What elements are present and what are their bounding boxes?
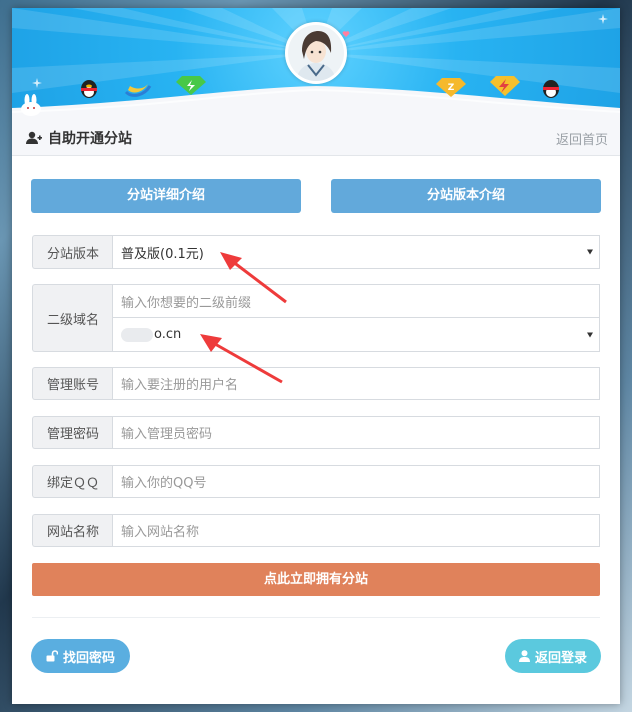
back-home-link[interactable]: 返回首页 bbox=[556, 129, 608, 148]
banner-wave bbox=[12, 86, 620, 118]
bind-qq-label: 绑定ＱＱ bbox=[32, 465, 113, 498]
yellow-diamond-icon: Z bbox=[436, 78, 466, 97]
site-name-label: 网站名称 bbox=[32, 514, 113, 547]
back-login-button[interactable]: 返回登录 bbox=[505, 639, 601, 673]
unlock-icon bbox=[46, 650, 58, 662]
user-icon bbox=[518, 650, 530, 662]
blurred-text bbox=[121, 327, 153, 342]
page-title: 自助开通分站 bbox=[26, 128, 132, 148]
site-detail-intro-button[interactable]: 分站详细介绍 bbox=[31, 179, 301, 213]
moon-icon bbox=[124, 84, 152, 97]
bind-qq-placeholder: 输入你的QQ号 bbox=[121, 476, 207, 491]
chevron-down-icon bbox=[587, 249, 593, 255]
admin-password-input[interactable]: 输入管理员密码 bbox=[112, 416, 600, 449]
submit-button[interactable]: 点此立即拥有分站 bbox=[32, 563, 600, 596]
version-select-value: 普及版(0.1元) bbox=[121, 246, 204, 262]
version-label: 分站版本 bbox=[32, 235, 113, 269]
green-diamond-icon bbox=[176, 76, 206, 95]
annotation-arrow bbox=[220, 252, 287, 304]
version-select[interactable]: 普及版(0.1元) bbox=[112, 235, 600, 269]
subdomain-prefix-input[interactable]: 输入你想要的二级前缀 bbox=[112, 284, 600, 318]
avatar bbox=[285, 22, 347, 84]
find-password-label: 找回密码 bbox=[62, 650, 115, 666]
admin-account-label: 管理账号 bbox=[32, 367, 113, 400]
domain-select[interactable]: o.cn bbox=[112, 317, 600, 352]
register-card: Z 自助开通分站 返回首页 分站详细介绍 分站版本介绍 分站版本 普及版(0.1… bbox=[12, 8, 620, 704]
chevron-down-icon bbox=[587, 332, 593, 337]
sparkle-icon bbox=[598, 14, 608, 24]
domain-select-value: o.cn bbox=[154, 327, 182, 342]
bunny-icon bbox=[21, 94, 41, 116]
back-login-label: 返回登录 bbox=[534, 650, 587, 666]
qq-penguin-red-icon bbox=[543, 80, 559, 98]
sparkle-icon bbox=[32, 78, 42, 88]
admin-password-placeholder: 输入管理员密码 bbox=[121, 427, 213, 442]
site-name-input[interactable]: 输入网站名称 bbox=[112, 514, 600, 547]
avatar-image bbox=[288, 25, 344, 81]
divider bbox=[32, 617, 600, 618]
qq-penguin-icon bbox=[81, 80, 97, 98]
site-version-intro-button[interactable]: 分站版本介绍 bbox=[331, 179, 601, 213]
annotation-arrow bbox=[200, 334, 283, 384]
heart-icon bbox=[342, 31, 350, 37]
site-name-placeholder: 输入网站名称 bbox=[121, 525, 200, 540]
header-banner: Z bbox=[12, 8, 620, 118]
user-plus-icon bbox=[26, 131, 42, 144]
panel-heading: 自助开通分站 返回首页 bbox=[12, 118, 620, 156]
admin-password-label: 管理密码 bbox=[32, 416, 113, 449]
subdomain-label: 二级域名 bbox=[32, 284, 113, 352]
yellow-diamond-bolt-icon bbox=[490, 76, 520, 96]
svg-text:Z: Z bbox=[448, 83, 455, 93]
admin-account-input[interactable]: 输入要注册的用户名 bbox=[112, 367, 600, 400]
page-title-text: 自助开通分站 bbox=[48, 131, 132, 147]
bind-qq-input[interactable]: 输入你的QQ号 bbox=[112, 465, 600, 498]
find-password-button[interactable]: 找回密码 bbox=[31, 639, 130, 673]
